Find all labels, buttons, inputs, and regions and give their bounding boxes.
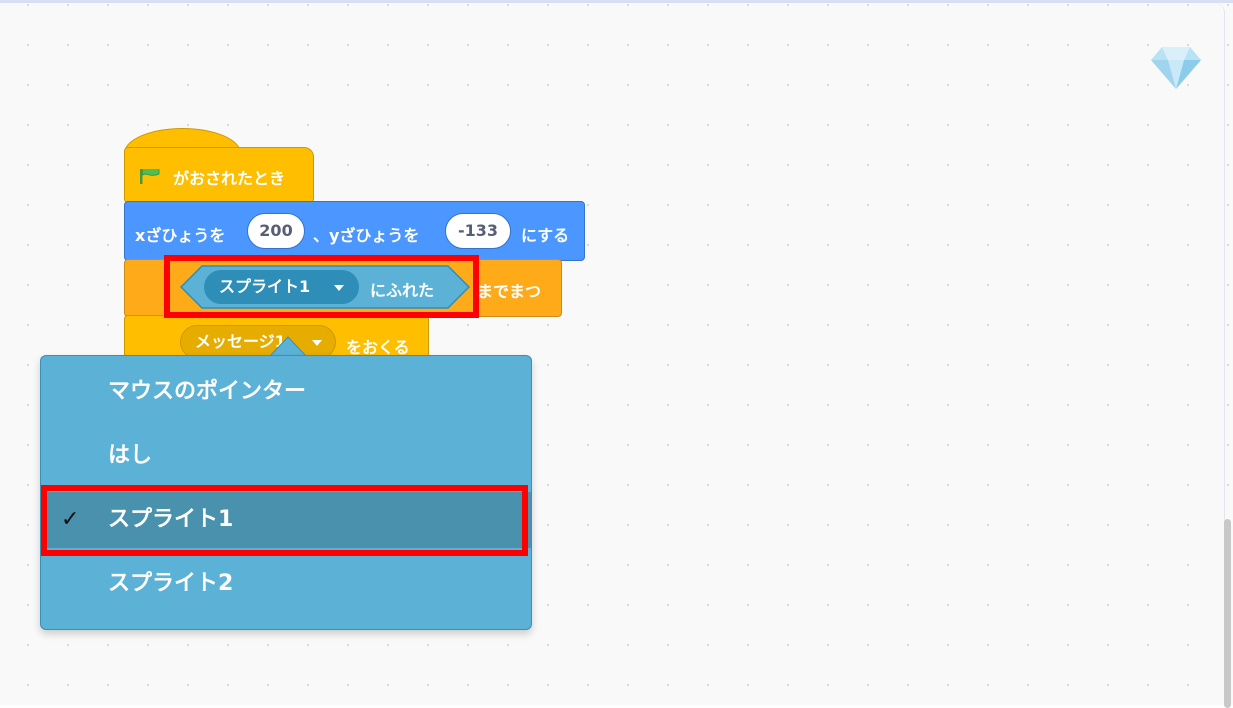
menu-item-label: マウスのポインター	[108, 379, 307, 404]
menu-item-edge[interactable]: はし	[41, 428, 531, 484]
touching-label: にふれた	[370, 281, 435, 300]
menu-item-mouse-pointer[interactable]: マウスのポインター	[41, 364, 531, 420]
menu-item-label: はし	[108, 443, 153, 468]
menu-item-sprite2[interactable]: スプライト2	[41, 556, 531, 612]
x-prefix-label: xざひょうを	[135, 226, 226, 245]
dropdown-pointer	[268, 336, 308, 357]
menu-item-label: スプライト1	[108, 507, 234, 532]
go-to-xy-block[interactable]: xざひょうを 200 、yざひょうを -133 にする	[124, 201, 585, 261]
code-workspace[interactable]: がおされたとき xざひょうを 200 、yざひょうを -133 にする までまつ…	[0, 0, 1233, 708]
hat-cap-cover	[125, 153, 240, 169]
vertical-scrollbar[interactable]	[1224, 519, 1231, 708]
sprite-dropdown-menu: マウスのポインター はし ✓ スプライト1 スプライト2	[40, 355, 532, 630]
chevron-down-icon	[312, 340, 322, 346]
menu-item-sprite1[interactable]: ✓ スプライト1	[41, 492, 531, 548]
sprite-dropdown[interactable]: スプライト1	[204, 270, 359, 304]
go-to-suffix-label: にする	[521, 226, 570, 245]
chevron-down-icon	[334, 285, 344, 291]
y-value-input[interactable]: -133	[445, 213, 511, 249]
message-dropdown[interactable]: メッセージ1	[180, 325, 336, 359]
x-value-input[interactable]: 200	[247, 213, 305, 249]
checkmark-icon: ✓	[61, 507, 80, 532]
menu-item-label: スプライト2	[108, 571, 234, 596]
sprite-dropdown-value: スプライト1	[219, 277, 311, 296]
gem-icon	[1151, 47, 1201, 89]
y-prefix-label: 、yざひょうを	[313, 226, 420, 245]
wait-until-suffix-label: までまつ	[477, 282, 542, 301]
